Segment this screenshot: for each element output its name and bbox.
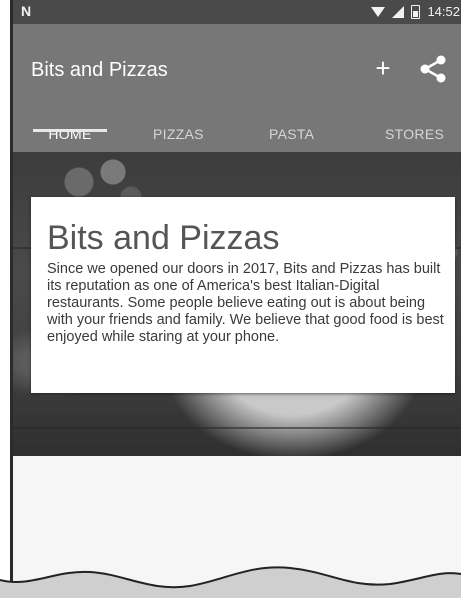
card-body: Since we opened our doors in 2017, Bits … <box>47 261 444 345</box>
hero-divider <box>13 427 461 429</box>
intro-card: Bits and Pizzas Since we opened our door… <box>31 197 455 393</box>
hero-image: Bits and Pizzas Since we opened our door… <box>13 152 461 456</box>
share-button[interactable] <box>418 54 448 84</box>
status-icons: 14:52 <box>371 4 460 19</box>
card-title: Bits and Pizzas <box>47 219 280 257</box>
tab-stores[interactable]: STORES <box>385 112 444 156</box>
signal-icon <box>392 5 405 18</box>
tab-indicator <box>33 129 107 132</box>
battery-icon <box>411 4 421 19</box>
tab-bar: HOME PIZZAS PASTA STORES <box>13 112 461 156</box>
torn-edge-decoration <box>0 566 461 598</box>
phone-screen: N 14:52 Bits and Pizzas + HOME PIZZAS PA… <box>10 0 461 598</box>
app-bar: Bits and Pizzas + HOME PIZZAS PASTA STOR… <box>13 24 461 156</box>
tab-pasta[interactable]: PASTA <box>269 112 314 156</box>
share-icon <box>420 55 446 83</box>
tab-home[interactable]: HOME <box>37 112 103 156</box>
app-title: Bits and Pizzas <box>31 59 168 81</box>
tab-pizzas[interactable]: PIZZAS <box>153 112 204 156</box>
status-bar: N 14:52 <box>13 0 461 24</box>
status-time: 14:52 <box>427 4 460 19</box>
wifi-icon <box>371 6 386 17</box>
add-button[interactable]: + <box>368 50 398 86</box>
notification-icon: N <box>21 3 32 19</box>
